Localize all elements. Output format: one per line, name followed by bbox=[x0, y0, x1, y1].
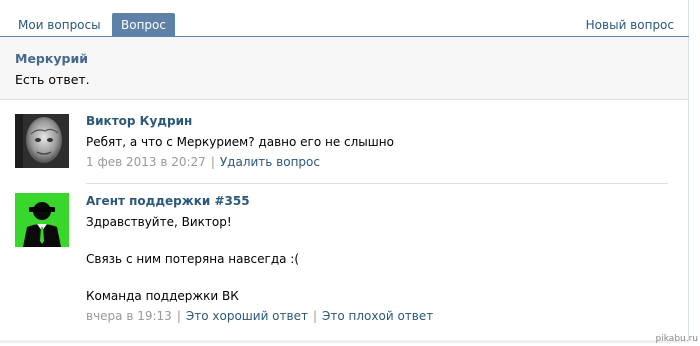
message-text-greeting: Здравствуйте, Виктор! bbox=[86, 215, 232, 229]
tab-my-questions[interactable]: Мои вопросы bbox=[18, 13, 101, 37]
tab-bar: Мои вопросы Вопрос Новый вопрос bbox=[0, 0, 689, 37]
message-meta: 1 фев 2013 в 20:27 | Удалить вопрос bbox=[86, 155, 320, 169]
question-header: Меркурий Есть ответ. bbox=[0, 37, 688, 100]
message-date: 1 фев 2013 в 20:27 bbox=[86, 155, 206, 169]
message-divider bbox=[86, 183, 668, 184]
question-status: Есть ответ. bbox=[15, 72, 90, 87]
good-answer-link[interactable]: Это хороший ответ bbox=[186, 309, 308, 323]
new-question-link[interactable]: Новый вопрос bbox=[586, 13, 674, 37]
question-panel: Мои вопросы Вопрос Новый вопрос Меркурий… bbox=[0, 0, 689, 343]
message-date: вчера в 19:13 bbox=[86, 309, 172, 323]
message-author[interactable]: Агент поддержки #355 bbox=[86, 194, 250, 208]
panel-bottom-border bbox=[0, 340, 689, 343]
bad-answer-link[interactable]: Это плохой ответ bbox=[322, 309, 433, 323]
message-meta: вчера в 19:13 | Это хороший ответ | Это плох… bbox=[86, 309, 433, 323]
tab-question[interactable]: Вопрос bbox=[112, 13, 175, 37]
watermark-text: pikabu.ru bbox=[655, 334, 698, 344]
message-text: Ребят, а что с Меркурием? давно его не с… bbox=[86, 135, 394, 149]
message-text-body: Связь с ним потеряна навсегда :( bbox=[86, 252, 300, 266]
separator: | bbox=[312, 309, 318, 323]
message-author[interactable]: Виктор Кудрин bbox=[86, 114, 192, 128]
separator: | bbox=[210, 155, 215, 169]
separator: | bbox=[176, 309, 181, 323]
user-avatar[interactable] bbox=[15, 114, 69, 168]
message-text-signature: Команда поддержки ВК bbox=[86, 289, 239, 303]
agent-avatar[interactable] bbox=[15, 193, 69, 247]
delete-question-link[interactable]: Удалить вопрос bbox=[220, 155, 320, 169]
question-title: Меркурий bbox=[15, 51, 88, 66]
